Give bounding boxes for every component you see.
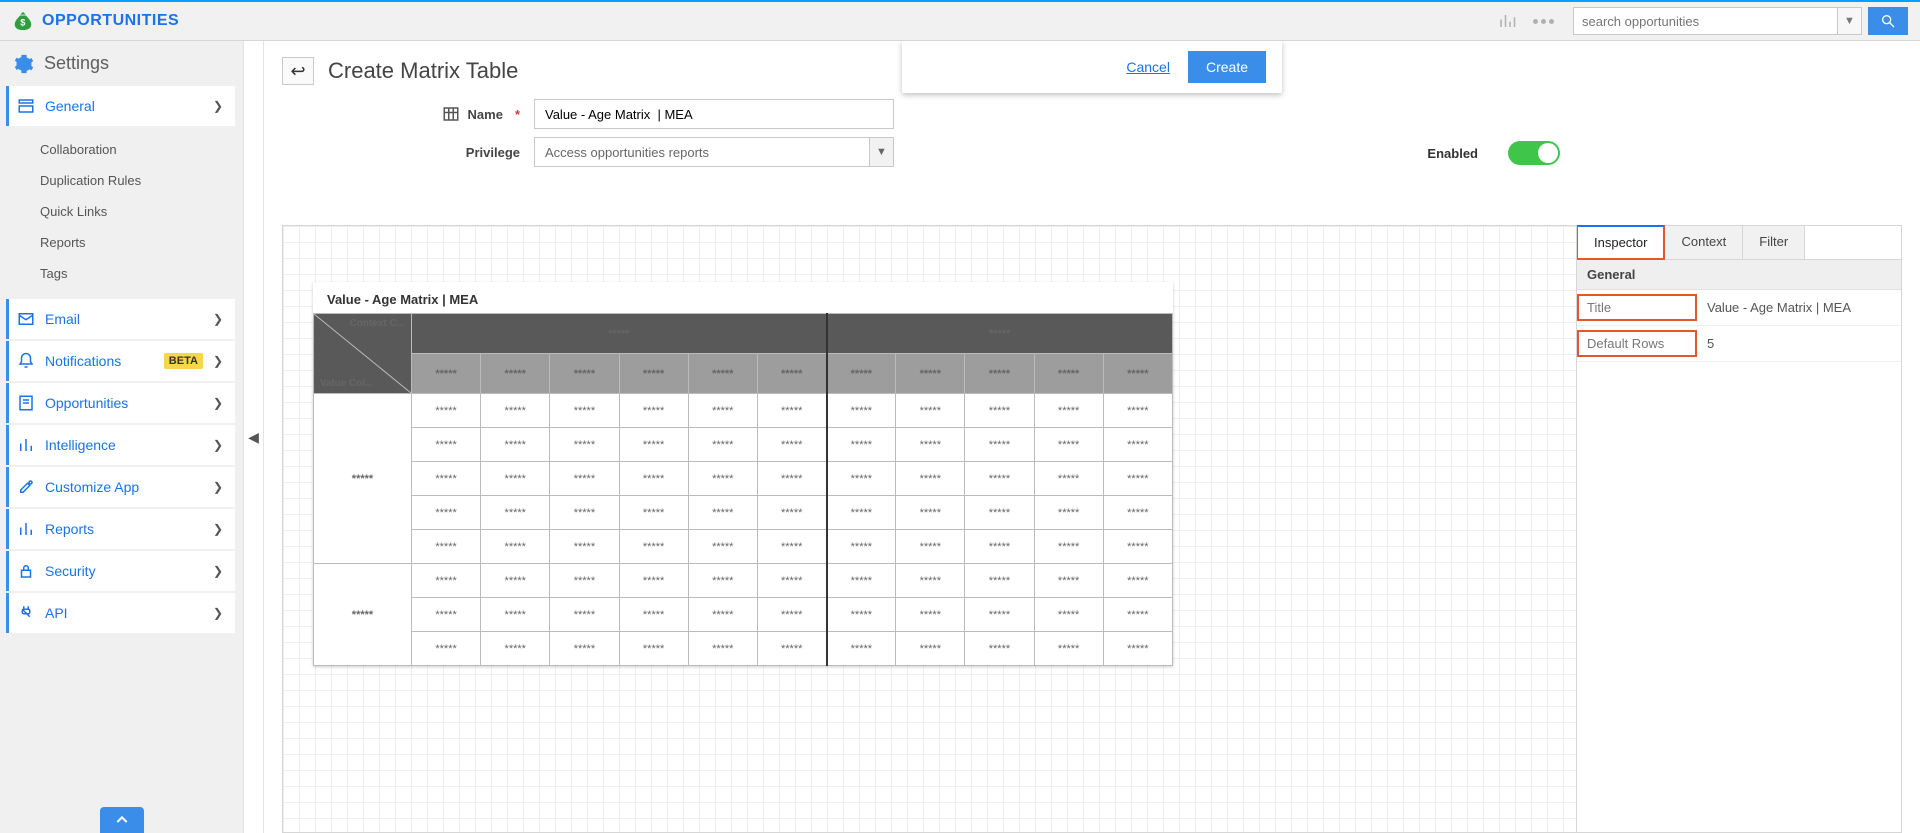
plug-icon — [17, 604, 35, 622]
sidebar-item-general[interactable]: General ❯ — [6, 86, 235, 126]
sidebar-item-security[interactable]: Security ❯ — [6, 551, 235, 591]
name-input[interactable] — [534, 99, 894, 129]
chevron-right-icon: ❯ — [213, 522, 223, 536]
privilege-value: Access opportunities reports — [535, 145, 869, 160]
sidebar-item-notifications[interactable]: Notifications BETA ❯ — [6, 341, 235, 381]
privilege-select[interactable]: Access opportunities reports ▼ — [534, 137, 894, 167]
lock-icon — [17, 562, 35, 580]
form-icon — [17, 394, 35, 412]
sidebar-heading: Settings — [0, 41, 243, 82]
sidebar-item-reports[interactable]: Reports ❯ — [6, 509, 235, 549]
prop-value: 5 — [1697, 330, 1901, 357]
prop-key: Default Rows — [1577, 330, 1697, 357]
more-icon[interactable] — [1531, 9, 1555, 33]
sidebar-item-label: Intelligence — [45, 437, 203, 453]
sidebar-subitem-collaboration[interactable]: Collaboration — [32, 134, 235, 165]
inspector-panel: InspectorContextFilter General TitleValu… — [1577, 225, 1902, 833]
table-icon — [442, 105, 460, 123]
name-label: Name — [468, 107, 503, 122]
envelope-icon — [17, 310, 35, 328]
chevron-up-icon — [114, 812, 130, 828]
search-input[interactable] — [1573, 7, 1838, 35]
brand: $ OPPORTUNITIES — [12, 10, 179, 32]
matrix-table: Context C...Value Col...****************… — [313, 313, 1173, 666]
sidebar-item-label: API — [45, 605, 203, 621]
gear-icon — [14, 54, 34, 74]
matrix-card[interactable]: Value - Age Matrix | MEA Context C...Val… — [313, 282, 1173, 666]
matrix-title: Value - Age Matrix | MEA — [313, 282, 1173, 313]
sidebar-subitem-quick-links[interactable]: Quick Links — [32, 196, 235, 227]
design-canvas[interactable]: Value - Age Matrix | MEA Context C...Val… — [282, 225, 1577, 833]
privilege-label: Privilege — [466, 145, 520, 160]
page-title: Create Matrix Table — [328, 58, 518, 84]
sidebar-subitem-duplication-rules[interactable]: Duplication Rules — [32, 165, 235, 196]
search-button[interactable] — [1868, 7, 1908, 35]
top-bar: $ OPPORTUNITIES ▼ — [0, 0, 1920, 41]
chevron-right-icon: ❯ — [213, 396, 223, 410]
action-bar: Cancel Create — [902, 41, 1282, 93]
svg-text:$: $ — [20, 18, 26, 28]
sidebar-item-label: Customize App — [45, 479, 203, 495]
chevron-down-icon: ▼ — [869, 138, 893, 166]
inspector-tab-filter[interactable]: Filter — [1743, 226, 1805, 259]
cancel-link[interactable]: Cancel — [1126, 59, 1170, 75]
chevron-right-icon: ❯ — [213, 606, 223, 620]
brand-label: OPPORTUNITIES — [42, 12, 179, 30]
sidebar-collapse-toggle[interactable]: ◀ — [244, 41, 264, 833]
collapse-up-button[interactable] — [100, 807, 144, 833]
search-chevron-icon[interactable]: ▼ — [1838, 7, 1862, 35]
layout-icon — [17, 97, 35, 115]
inspector-section: General — [1577, 260, 1901, 290]
chevron-right-icon: ❯ — [213, 564, 223, 578]
sidebar: Settings General ❯ CollaborationDuplicatio… — [0, 41, 244, 833]
create-button[interactable]: Create — [1188, 51, 1266, 83]
sidebar-item-label: Email — [45, 311, 203, 327]
sidebar-item-opportunities[interactable]: Opportunities ❯ — [6, 383, 235, 423]
moneybag-icon: $ — [12, 10, 34, 32]
sidebar-item-label: Notifications — [45, 353, 150, 369]
prop-key: Title — [1577, 294, 1697, 321]
bell-icon — [17, 352, 35, 370]
stats-icon[interactable] — [1495, 9, 1519, 33]
sidebar-item-label: Security — [45, 563, 203, 579]
chevron-right-icon: ❯ — [213, 312, 223, 326]
sidebar-item-label: Reports — [45, 521, 203, 537]
enabled-group: Enabled — [1427, 141, 1560, 165]
sidebar-item-email[interactable]: Email ❯ — [6, 299, 235, 339]
inspector-tab-context[interactable]: Context — [1665, 226, 1743, 259]
inspector-prop-default-rows[interactable]: Default Rows5 — [1577, 326, 1901, 362]
bars-icon — [17, 520, 35, 538]
chevron-right-icon: ❯ — [213, 354, 223, 368]
chevron-right-icon: ❯ — [213, 480, 223, 494]
sidebar-item-intelligence[interactable]: Intelligence ❯ — [6, 425, 235, 465]
bars-icon — [17, 436, 35, 454]
sidebar-item-label: Opportunities — [45, 395, 203, 411]
sidebar-item-customize-app[interactable]: Customize App ❯ — [6, 467, 235, 507]
inspector-tab-inspector[interactable]: Inspector — [1576, 225, 1665, 260]
chevron-right-icon: ❯ — [213, 99, 223, 113]
enabled-toggle[interactable] — [1508, 141, 1560, 165]
beta-badge: BETA — [164, 353, 203, 369]
sidebar-item-api[interactable]: API ❯ — [6, 593, 235, 633]
main: Cancel Create ↩ Create Matrix Table Name… — [264, 41, 1920, 833]
tools-icon — [17, 478, 35, 496]
inspector-prop-title[interactable]: TitleValue - Age Matrix | MEA — [1577, 290, 1901, 326]
chevron-right-icon: ❯ — [213, 438, 223, 452]
sidebar-heading-label: Settings — [44, 53, 109, 74]
search-group: ▼ — [1573, 7, 1908, 35]
sidebar-subitem-tags[interactable]: Tags — [32, 258, 235, 289]
enabled-label: Enabled — [1427, 146, 1478, 161]
sidebar-item-label: General — [45, 98, 203, 114]
back-button[interactable]: ↩ — [282, 57, 314, 85]
sidebar-subitem-reports[interactable]: Reports — [32, 227, 235, 258]
prop-value: Value - Age Matrix | MEA — [1697, 294, 1901, 321]
